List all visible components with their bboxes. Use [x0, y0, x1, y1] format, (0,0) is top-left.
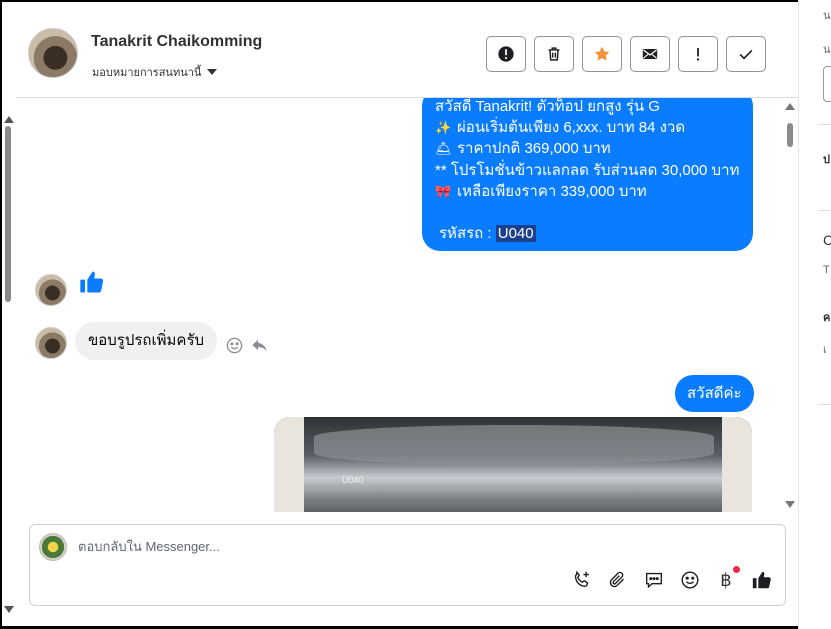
- ribbon-icon: 🎀: [435, 183, 452, 199]
- chat-scroll-up-arrow[interactable]: [785, 103, 795, 110]
- reply-arrow-icon[interactable]: [250, 336, 269, 355]
- phone-plus-icon[interactable]: [571, 569, 593, 591]
- promo-line: ผ่อนเริ่มต้นเพียง 6,xxx. บาท 84 งวด: [457, 119, 686, 137]
- check-icon: [739, 49, 753, 60]
- paperclip-icon[interactable]: [607, 569, 629, 591]
- details-panel-fragment: เ: [823, 344, 827, 356]
- details-panel-fragment: T: [823, 264, 830, 276]
- reply-composer: ฿: [29, 524, 786, 606]
- message-thread: สวัสดี Tanakrit! ตัวท็อป ยกสูง รุ่น G ✨ …: [16, 98, 798, 512]
- thumbs-up-icon[interactable]: [751, 569, 773, 591]
- speech-bubble-icon[interactable]: [643, 569, 665, 591]
- mark-done-button[interactable]: [726, 36, 766, 72]
- left-scrollbar-thumb[interactable]: [5, 126, 11, 302]
- star-icon: [594, 46, 610, 61]
- mark-unread-button[interactable]: [630, 36, 670, 72]
- incoming-message[interactable]: ขอบรูปรถเพิ่มครับ: [75, 322, 218, 360]
- contact-avatar-small[interactable]: [35, 327, 67, 359]
- car-engine-photo[interactable]: U040: [274, 417, 752, 512]
- left-scroll-up-arrow[interactable]: [4, 116, 14, 123]
- assign-conversation-dropdown[interactable]: มอบหมายการสนทนานี้: [92, 63, 218, 81]
- envelope-icon: [642, 49, 658, 59]
- smiley-reaction-icon[interactable]: [225, 336, 244, 355]
- car-code-label: รหัสรถ :: [439, 225, 496, 243]
- details-panel-fragment: ป: [823, 154, 830, 166]
- caret-down-icon: [207, 69, 218, 75]
- details-panel-field[interactable]: [823, 66, 831, 102]
- conversation-header: Tanakrit Chaikomming มอบหมายการสนทนานี้: [16, 8, 798, 98]
- car-code-line: รหัสรถ : U040: [435, 223, 741, 244]
- assign-label: มอบหมายการสนทนานี้: [92, 67, 202, 79]
- promo-line: เหลือเพียงราคา 339,000 บาท: [457, 182, 647, 200]
- reply-input[interactable]: [78, 539, 678, 554]
- trash-icon: [548, 47, 560, 61]
- outgoing-greeting-message[interactable]: สวัสดีค่ะ: [675, 375, 754, 412]
- promo-line: สวัสดี Tanakrit! ตัวท็อป ยกสูง รุ่น G: [435, 98, 660, 115]
- star-button[interactable]: [582, 36, 622, 72]
- conversation-actions: [486, 36, 766, 72]
- payment-button[interactable]: ฿: [715, 566, 740, 591]
- smiley-icon[interactable]: [679, 569, 701, 591]
- spam-button[interactable]: [486, 36, 526, 72]
- chat-scroll-down-arrow[interactable]: [785, 501, 795, 508]
- delete-button[interactable]: [534, 36, 574, 72]
- contact-avatar-small[interactable]: [35, 274, 67, 306]
- composer-toolbar: ฿: [571, 566, 773, 591]
- details-panel-fragment: น: [823, 10, 831, 22]
- page-avatar: [39, 533, 67, 561]
- follow-up-button[interactable]: [678, 36, 718, 72]
- alert-circle-icon: [498, 46, 514, 62]
- photo-plate-text: U040: [342, 475, 364, 485]
- thumbs-up-icon: [80, 271, 104, 293]
- details-panel-fragment: C: [823, 232, 831, 248]
- contact-avatar[interactable]: [28, 28, 78, 78]
- promo-line: ราคาปกติ 369,000 บาท: [457, 140, 611, 158]
- left-scroll-down-arrow[interactable]: [4, 606, 14, 613]
- chat-scrollbar-thumb[interactable]: [787, 123, 793, 147]
- notification-badge: [733, 566, 740, 573]
- outgoing-promo-message[interactable]: สวัสดี Tanakrit! ตัวท็อป ยกสูง รุ่น G ✨ …: [422, 98, 753, 251]
- baht-icon: ฿: [720, 569, 732, 590]
- details-panel-fragment: น: [823, 44, 831, 56]
- message-hover-actions: [225, 336, 269, 355]
- sparkles-icon: ✨: [435, 120, 452, 136]
- exclamation-icon: [696, 47, 700, 61]
- contact-name[interactable]: Tanakrit Chaikomming: [91, 33, 262, 51]
- details-panel-fragment: ค: [823, 312, 831, 324]
- promo-line: ** โปรโมชั่นข้าวแลกลด รับส่วนลด 30,000 บ…: [435, 161, 740, 179]
- car-code-value: U040: [495, 225, 536, 243]
- bell-icon: 🛎: [435, 141, 452, 157]
